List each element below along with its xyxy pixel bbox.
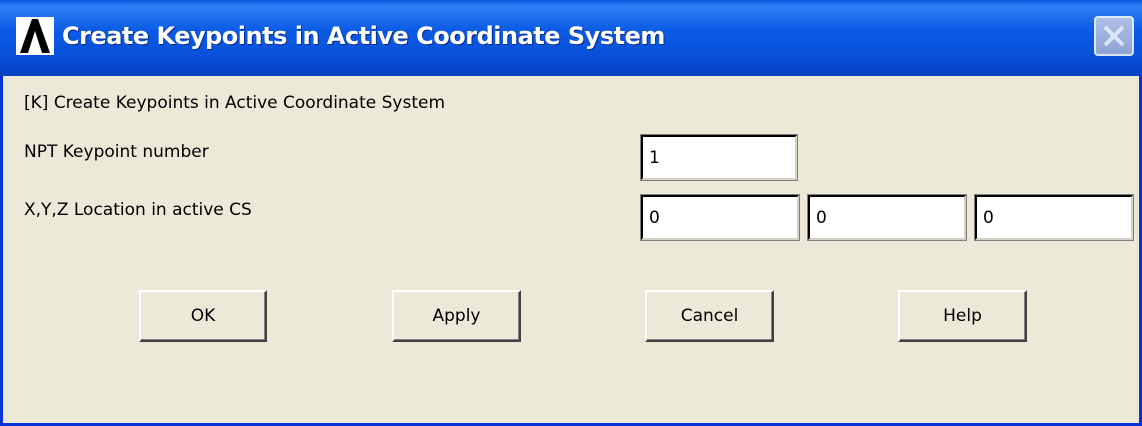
cancel-button[interactable]: Cancel [645,290,774,342]
close-button[interactable] [1094,16,1134,56]
keypoint-number-input[interactable] [640,134,798,181]
xyz-label: X,Y,Z Location in active CS [24,200,252,220]
z-coordinate-input[interactable] [974,194,1134,241]
create-keypoints-dialog: Create Keypoints in Active Coordinate Sy… [0,0,1142,426]
apply-button[interactable]: Apply [392,290,521,342]
ansys-logo-icon [16,17,54,55]
window-title: Create Keypoints in Active Coordinate Sy… [62,22,665,50]
title-bar[interactable]: Create Keypoints in Active Coordinate Sy… [0,0,1142,76]
form-heading: [K] Create Keypoints in Active Coordinat… [24,93,446,113]
npt-label: NPT Keypoint number [24,142,209,162]
x-coordinate-input[interactable] [640,194,800,241]
help-button[interactable]: Help [898,290,1027,342]
y-coordinate-input[interactable] [807,194,967,241]
close-icon [1103,25,1125,47]
ok-button[interactable]: OK [139,290,267,342]
